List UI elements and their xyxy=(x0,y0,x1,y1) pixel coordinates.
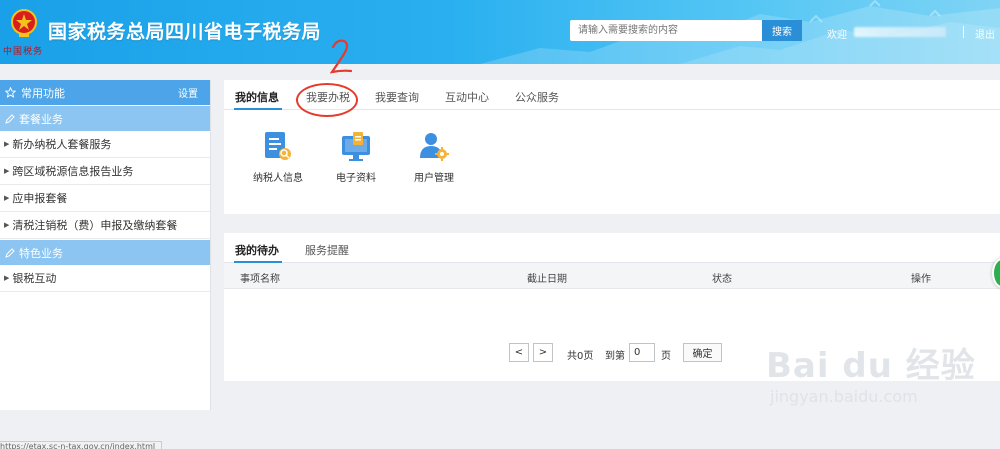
prev-page-button[interactable]: < xyxy=(509,343,529,362)
sidebar-item-declaration[interactable]: ▶ 应申报套餐 xyxy=(0,185,210,212)
tab-interaction[interactable]: 互动中心 xyxy=(445,89,489,105)
app-electronic-docs[interactable]: 电子资料 xyxy=(323,130,389,184)
app-label: 电子资料 xyxy=(336,173,376,184)
sidebar-item-label: 新办纳税人套餐服务 xyxy=(12,138,112,151)
column-header: 事项名称 xyxy=(240,274,280,285)
tab-my-todo[interactable]: 我的待办 xyxy=(235,242,279,258)
status-bar-url: https://etax.sc-n-tax.gov.cn/index.html xyxy=(0,441,163,449)
settings-link[interactable]: 设置 xyxy=(178,85,198,100)
pencil-icon xyxy=(5,113,15,124)
sidebar-group-label: 特色业务 xyxy=(19,246,63,260)
top-header: 中国税务 国家税务总局四川省电子税务局 搜索 欢迎 退出 xyxy=(0,0,1000,64)
logout-link[interactable]: 退出 xyxy=(975,26,995,41)
caret-right-icon: ▶ xyxy=(4,194,10,202)
app-label: 用户管理 xyxy=(414,173,454,184)
sidebar-item-tax-cancellation[interactable]: ▶ 清税注销税（费）申报及缴纳套餐 xyxy=(0,212,210,239)
page-unit-label: 页 xyxy=(661,351,671,362)
username-redacted xyxy=(854,27,946,37)
column-header: 截止日期 xyxy=(527,274,567,285)
caret-right-icon: ▶ xyxy=(4,221,10,229)
sidebar-item-bank-tax[interactable]: ▶ 银税互动 xyxy=(0,265,210,292)
taxpayer-info-icon xyxy=(265,132,291,160)
sidebar-header-label: 常用功能 xyxy=(21,86,65,100)
sidebar-group-label: 套餐业务 xyxy=(19,112,63,126)
active-tab-indicator xyxy=(234,108,282,110)
sidebar-item-label: 跨区域税源信息报告业务 xyxy=(12,165,134,178)
caret-right-icon: ▶ xyxy=(4,140,10,148)
emblem-caption: 中国税务 xyxy=(3,47,44,57)
caret-right-icon: ▶ xyxy=(4,274,10,282)
sidebar: 常用功能 设置 套餐业务 ▶ 新办纳税人套餐服务 ▶ 跨区域税源信息报告业务 ▶… xyxy=(0,80,211,410)
baidu-watermark: Bai du 经验 jingyan.baidu.com xyxy=(766,338,976,406)
sidebar-item-label: 应申报套餐 xyxy=(12,192,68,205)
site-title: 国家税务总局四川省电子税务局 xyxy=(48,21,322,43)
caret-right-icon: ▶ xyxy=(4,167,10,175)
sidebar-group-special[interactable]: 特色业务 xyxy=(0,239,210,265)
search-input[interactable] xyxy=(570,20,762,41)
tab-public-service[interactable]: 公众服务 xyxy=(515,89,559,105)
confirm-button[interactable]: 确定 xyxy=(683,343,722,362)
app-taxpayer-info[interactable]: 纳税人信息 xyxy=(245,130,311,184)
next-page-button[interactable]: > xyxy=(533,343,553,362)
sidebar-item-new-taxpayer[interactable]: ▶ 新办纳税人套餐服务 xyxy=(0,131,210,158)
tab-query[interactable]: 我要查询 xyxy=(375,89,419,105)
sidebar-item-label: 银税互动 xyxy=(12,272,57,285)
column-header: 操作 xyxy=(911,274,931,285)
app-user-management[interactable]: 用户管理 xyxy=(401,130,467,184)
star-icon xyxy=(5,87,16,98)
sidebar-item-cross-region[interactable]: ▶ 跨区域税源信息报告业务 xyxy=(0,158,210,185)
watermark-main: Bai du 经验 xyxy=(766,346,976,386)
annotation-number xyxy=(330,39,352,74)
goto-label: 到第 xyxy=(605,351,625,362)
header-divider xyxy=(963,26,964,38)
pencil-icon xyxy=(5,247,15,258)
tab-my-info[interactable]: 我的信息 xyxy=(235,89,279,105)
tax-emblem-icon xyxy=(11,9,37,37)
electronic-docs-icon xyxy=(342,132,370,161)
app-label: 纳税人信息 xyxy=(253,173,303,184)
sidebar-item-label: 清税注销税（费）申报及缴纳套餐 xyxy=(12,219,178,232)
search-button[interactable]: 搜索 xyxy=(762,20,802,41)
annotation-circle xyxy=(296,83,358,117)
total-pages-text: 共0页 xyxy=(567,351,594,362)
column-header: 状态 xyxy=(712,274,732,285)
watermark-url: jingyan.baidu.com xyxy=(770,387,918,406)
tab-service-reminder[interactable]: 服务提醒 xyxy=(305,242,349,258)
sidebar-header: 常用功能 设置 xyxy=(0,80,210,105)
page-number-input[interactable] xyxy=(629,343,655,362)
sidebar-group-package[interactable]: 套餐业务 xyxy=(0,105,210,131)
todo-table-header: 事项名称 截止日期 状态 操作 xyxy=(224,263,1000,289)
welcome-text: 欢迎 xyxy=(827,30,847,41)
user-management-icon xyxy=(420,133,449,161)
todo-tabs: 我的待办 服务提醒 xyxy=(224,233,1000,263)
